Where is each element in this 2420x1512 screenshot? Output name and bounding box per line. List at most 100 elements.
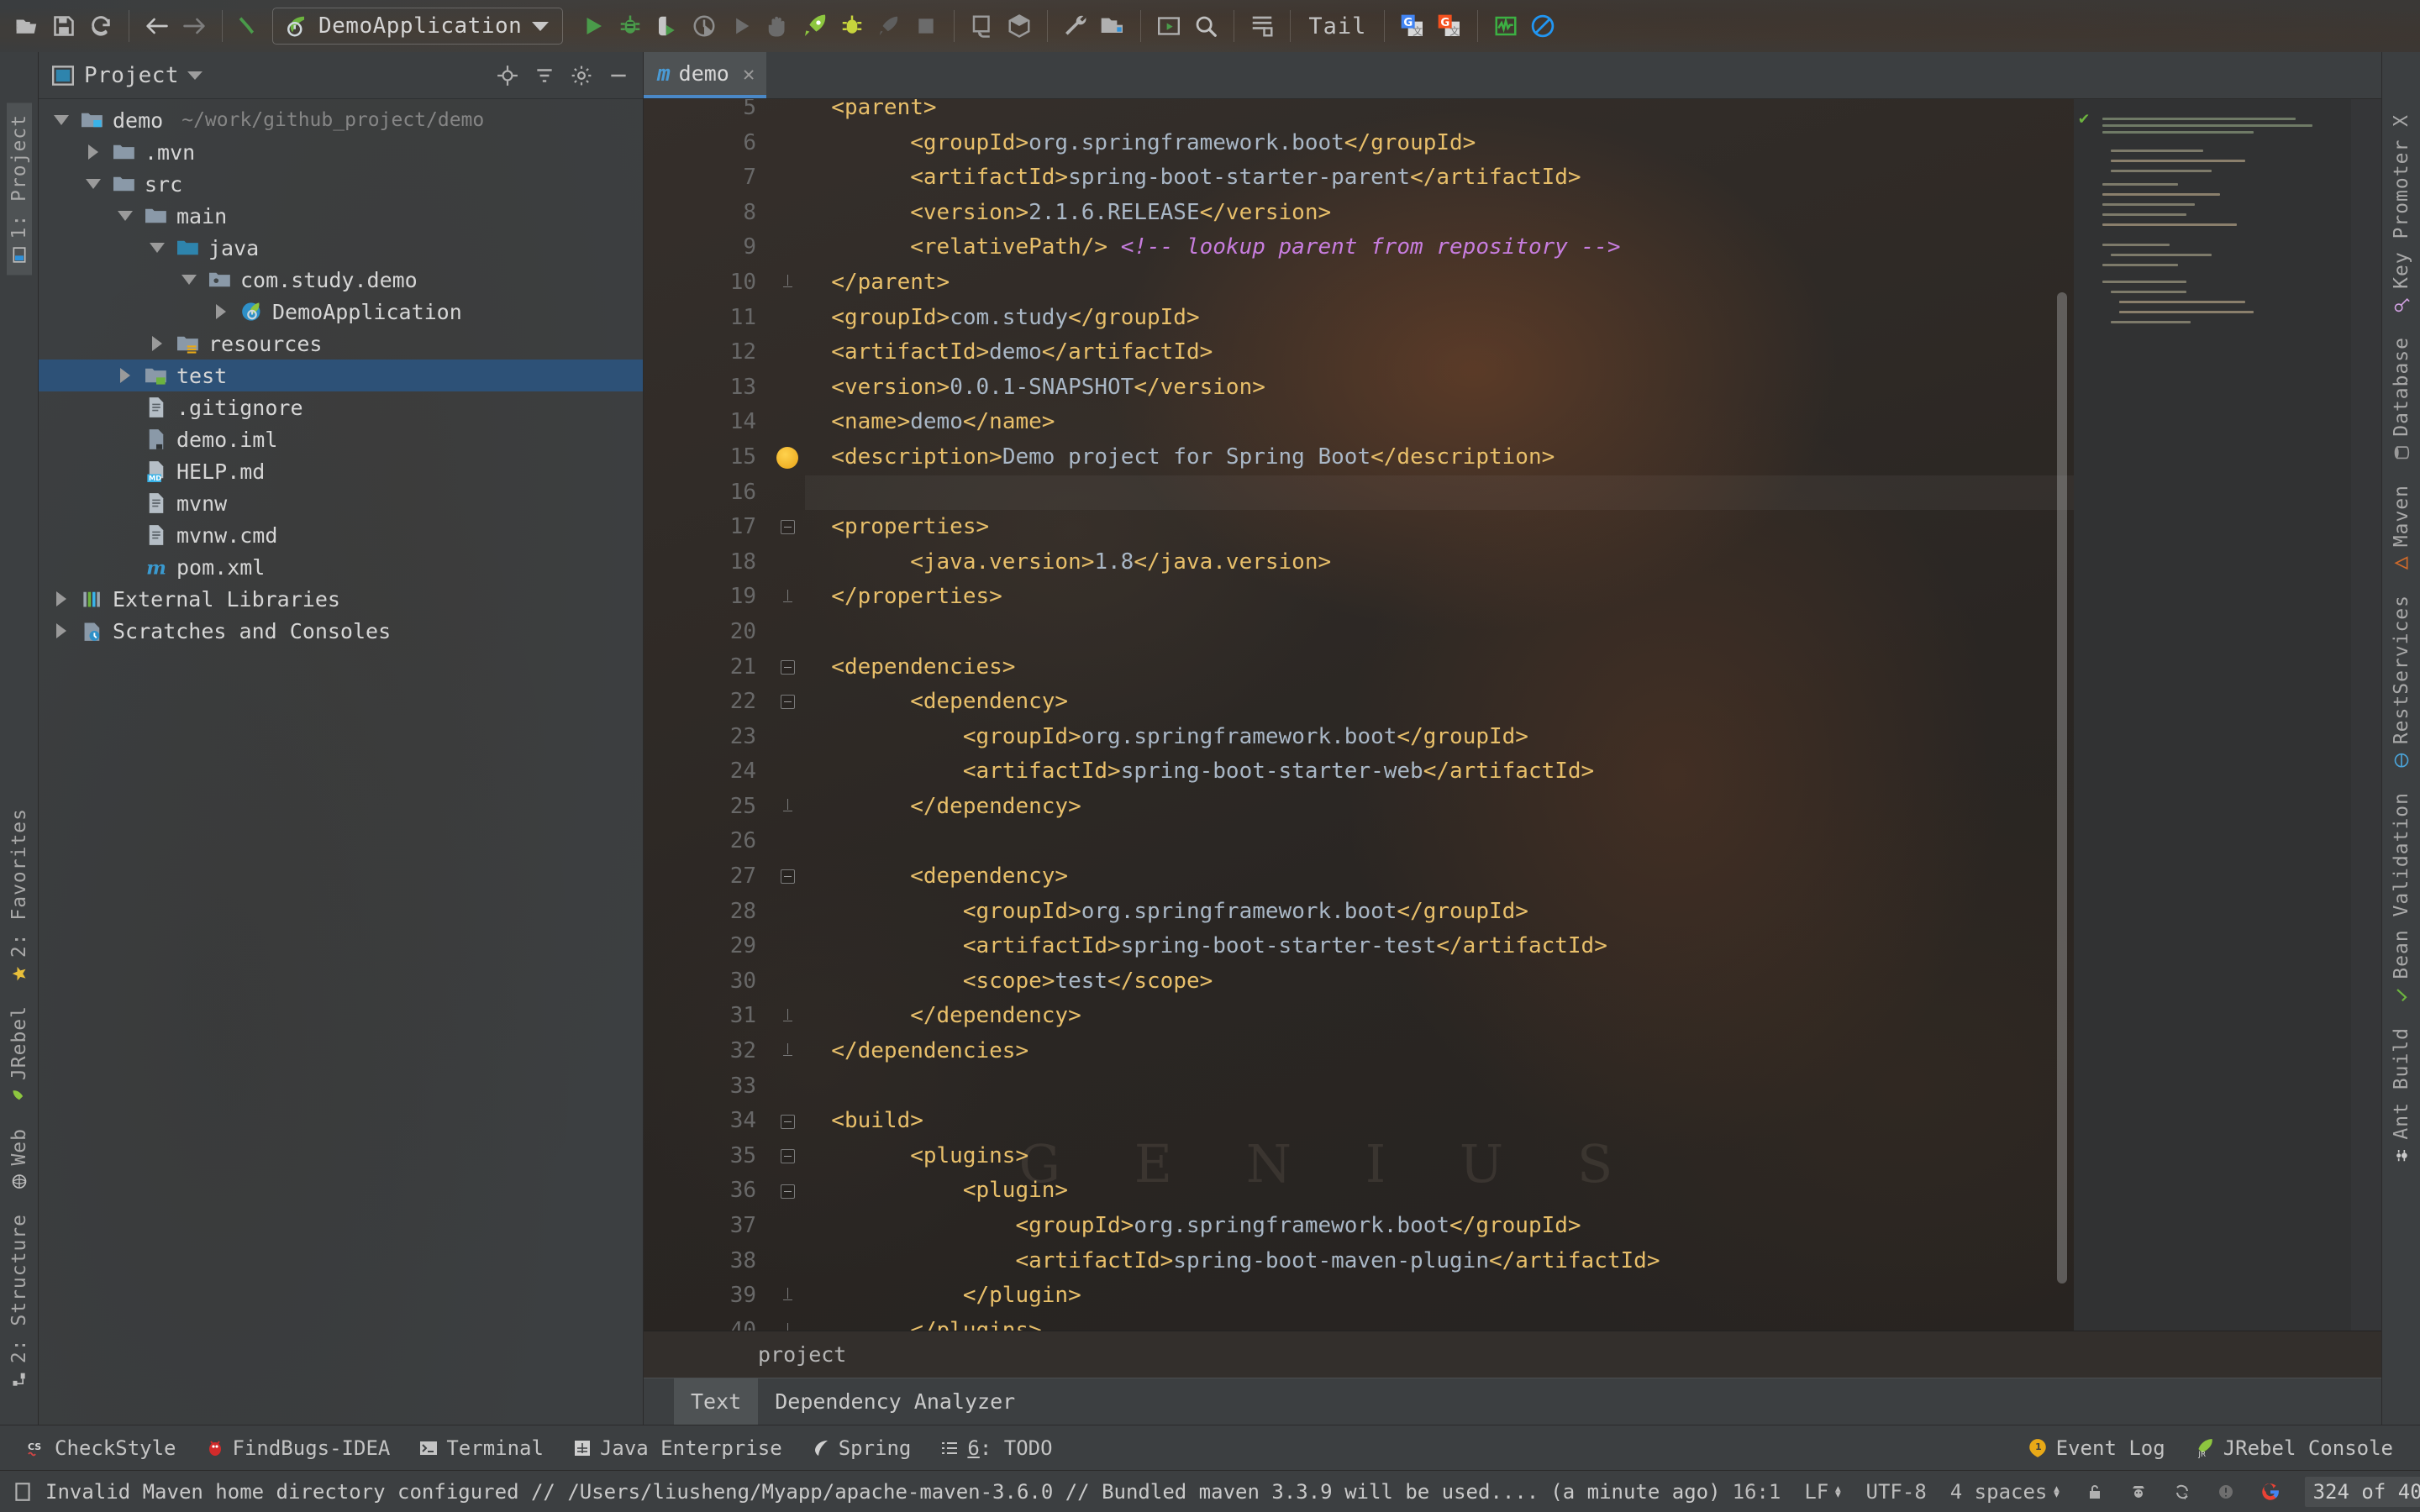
fold-region-end-icon[interactable]: [770, 580, 805, 615]
tool-window-todo[interactable]: 6: TODO: [928, 1433, 1064, 1463]
google-translate-icon[interactable]: G文: [1394, 8, 1431, 45]
code-line[interactable]: [805, 1069, 2074, 1105]
code-editor[interactable]: 5678910111213141516171819202122232425262…: [644, 99, 2074, 1331]
tree-node-mvnw[interactable]: mvnw: [39, 487, 643, 519]
chevron-right-icon[interactable]: [50, 591, 72, 606]
sidebar-item-structure[interactable]: 2: Structure: [7, 1202, 32, 1399]
code-line[interactable]: <properties>: [805, 510, 2074, 545]
editor-minimap[interactable]: ✔: [2074, 99, 2351, 1331]
sidebar-item-key-promoter-x[interactable]: Key Promoter X: [2389, 102, 2414, 325]
code-line[interactable]: </properties>: [805, 580, 2074, 615]
fold-collapse-icon[interactable]: [770, 685, 805, 720]
line-separator[interactable]: LF ▴▾: [1792, 1480, 1854, 1504]
tree-node-help-md[interactable]: MDHELP.md: [39, 455, 643, 487]
fold-region-end-icon[interactable]: [770, 1278, 805, 1314]
code-line[interactable]: <artifactId>spring-boot-starter-web</art…: [805, 754, 2074, 790]
read-only-lock-icon[interactable]: [2073, 1482, 2117, 1502]
tree-node-src[interactable]: src: [39, 168, 643, 200]
search-everywhere-icon[interactable]: [1187, 8, 1224, 45]
chevron-right-icon[interactable]: [114, 368, 136, 383]
jrebel-rocket-icon[interactable]: [797, 8, 834, 45]
sidebar-item-bean-validation[interactable]: Bean Validation: [2389, 780, 2414, 1016]
file-encoding[interactable]: UTF-8: [1854, 1480, 1939, 1504]
code-line[interactable]: [805, 615, 2074, 650]
code-line[interactable]: <plugins>: [805, 1139, 2074, 1174]
code-line[interactable]: <groupId>org.springframework.boot</group…: [805, 126, 2074, 161]
code-line[interactable]: </plugins>: [805, 1314, 2074, 1331]
code-line[interactable]: [805, 824, 2074, 859]
fold-collapse-icon[interactable]: [770, 1104, 805, 1139]
memory-indicator[interactable]: 324 of 4029M: [2293, 1477, 2420, 1507]
sync-refresh-icon[interactable]: [82, 8, 119, 45]
chevron-down-icon[interactable]: [114, 211, 136, 221]
run-anything-icon[interactable]: [1150, 8, 1187, 45]
fold-region-end-icon[interactable]: [770, 999, 805, 1034]
tree-node-gitignore[interactable]: .gitignore: [39, 391, 643, 423]
navigate-forward-icon[interactable]: [176, 8, 213, 45]
sidebar-item-maven[interactable]: Maven: [2389, 473, 2414, 583]
fold-region-end-icon[interactable]: [770, 1034, 805, 1069]
sidebar-item-project[interactable]: 1: Project: [7, 102, 32, 275]
code-line[interactable]: <description>Demo project for Spring Boo…: [805, 440, 2074, 475]
tab-text[interactable]: Text: [674, 1378, 758, 1425]
chevron-down-icon[interactable]: [187, 71, 203, 80]
tool-window-event-log[interactable]: 1 Event Log: [2015, 1433, 2177, 1463]
tool-window-jrebel-console[interactable]: JR JRebel Console: [2182, 1433, 2405, 1463]
tree-node-external-libraries[interactable]: External Libraries: [39, 583, 643, 615]
code-line[interactable]: </parent>: [805, 265, 2074, 301]
sidebar-item-web[interactable]: Web: [7, 1116, 32, 1202]
chevron-right-icon[interactable]: [82, 144, 104, 160]
fold-region-end-icon[interactable]: [770, 1314, 805, 1331]
sidebar-item-database[interactable]: Database: [2389, 325, 2414, 473]
breadcrumb[interactable]: project: [644, 1331, 2381, 1378]
tab-dependency-analyzer[interactable]: Dependency Analyzer: [758, 1378, 1032, 1425]
code-line[interactable]: <groupId>com.study</groupId>: [805, 301, 2074, 336]
tree-node-pom-xml[interactable]: mpom.xml: [39, 551, 643, 583]
fold-collapse-icon[interactable]: [770, 1139, 805, 1174]
fold-region-end-icon[interactable]: [770, 790, 805, 825]
bookmarks-icon[interactable]: [1244, 8, 1281, 45]
fold-collapse-icon[interactable]: [770, 1173, 805, 1209]
code-line[interactable]: <groupId>org.springframework.boot</group…: [805, 1209, 2074, 1244]
caret-position[interactable]: 16:1: [1721, 1480, 1793, 1504]
fold-collapse-icon[interactable]: [770, 650, 805, 685]
tool-window-java-enterprise[interactable]: Java Enterprise: [560, 1433, 794, 1463]
code-line[interactable]: <relativePath/> <!-- lookup parent from …: [805, 230, 2074, 265]
fold-collapse-icon[interactable]: [770, 859, 805, 895]
sidebar-item-jrebel[interactable]: JRebel: [7, 994, 32, 1116]
update-application-icon[interactable]: [964, 8, 1001, 45]
profiler-clock-icon[interactable]: [686, 8, 723, 45]
code-line[interactable]: <groupId>org.springframework.boot</group…: [805, 720, 2074, 755]
save-all-icon[interactable]: [45, 8, 82, 45]
editor-tab-demo[interactable]: m demo ✕: [644, 52, 766, 98]
navigate-back-icon[interactable]: [139, 8, 176, 45]
tree-node-resources[interactable]: resources: [39, 328, 643, 360]
tree-node-test[interactable]: test: [39, 360, 643, 391]
tail-plugin-button[interactable]: Tail: [1300, 13, 1375, 39]
chevron-right-icon[interactable]: [210, 304, 232, 319]
code-line[interactable]: <artifactId>spring-boot-starter-test</ar…: [805, 929, 2074, 964]
tree-node-demoapplication[interactable]: DemoApplication: [39, 296, 643, 328]
tree-node-main[interactable]: main: [39, 200, 643, 232]
collapse-all-icon[interactable]: [530, 61, 559, 90]
code-folding-gutter[interactable]: [770, 99, 805, 1331]
status-message[interactable]: Invalid Maven home directory configured …: [45, 1480, 1539, 1504]
debug-bug-icon[interactable]: [612, 8, 649, 45]
chevron-right-icon[interactable]: [146, 336, 168, 351]
translation-plugin-icon[interactable]: G文: [1431, 8, 1468, 45]
chevron-right-icon[interactable]: [50, 623, 72, 638]
chevron-down-icon[interactable]: [82, 179, 104, 189]
hide-panel-icon[interactable]: [604, 61, 633, 90]
code-line[interactable]: <artifactId>demo</artifactId>: [805, 335, 2074, 370]
run-with-coverage-icon[interactable]: [649, 8, 686, 45]
code-line[interactable]: <dependencies>: [805, 650, 2074, 685]
code-line[interactable]: </plugin>: [805, 1278, 2074, 1314]
fold-collapse-icon[interactable]: [770, 510, 805, 545]
notifications-icon[interactable]: [2204, 1482, 2248, 1502]
code-line[interactable]: <groupId>org.springframework.boot</group…: [805, 895, 2074, 930]
code-line[interactable]: <artifactId>spring-boot-maven-plugin</ar…: [805, 1244, 2074, 1279]
build-module-icon[interactable]: [1001, 8, 1038, 45]
disable-icon[interactable]: [1524, 8, 1561, 45]
code-line[interactable]: <scope>test</scope>: [805, 964, 2074, 1000]
run-play-icon[interactable]: [575, 8, 612, 45]
